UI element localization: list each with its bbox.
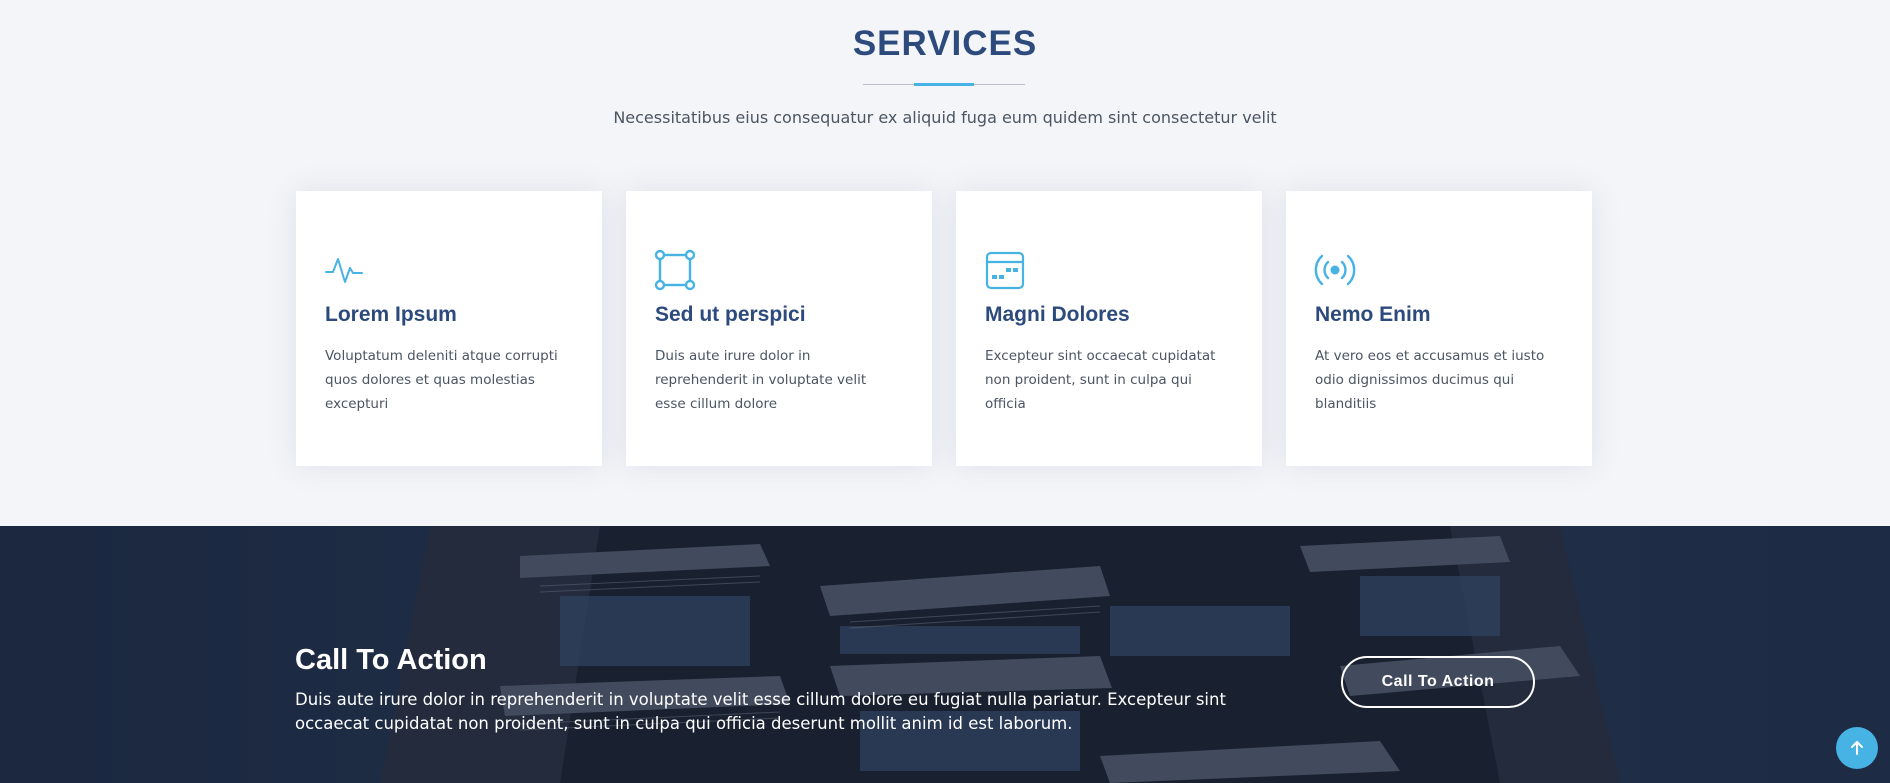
service-card-sed-ut-perspici[interactable]: Sed ut perspici Duis aute irure dolor in… xyxy=(626,191,932,466)
cta-button[interactable]: Call To Action xyxy=(1341,656,1535,708)
service-card-lorem-ipsum[interactable]: Lorem Ipsum Voluptatum deleniti atque co… xyxy=(296,191,602,466)
service-card-nemo-enim[interactable]: Nemo Enim At vero eos et accusamus et iu… xyxy=(1286,191,1592,466)
card-text: Duis aute irure dolor in reprehenderit i… xyxy=(655,348,867,412)
card-text: Voluptatum deleniti atque corrupti quos … xyxy=(325,348,558,412)
card-text: Excepteur sint occaecat cupidatat non pr… xyxy=(985,348,1216,412)
arrow-up-icon xyxy=(1848,739,1866,757)
broadcast-icon xyxy=(1314,249,1356,291)
bounding-box-icon xyxy=(654,249,696,291)
card-text: At vero eos et accusamus et iusto odio d… xyxy=(1315,348,1545,412)
card-title[interactable]: Nemo Enim xyxy=(1315,303,1575,327)
card-title[interactable]: Magni Dolores xyxy=(985,303,1245,327)
cta-section: Call To Action Duis aute irure dolor in … xyxy=(0,526,1890,783)
cta-text: Duis aute irure dolor in reprehenderit i… xyxy=(295,690,1226,733)
services-section: SERVICES Necessitatibus eius consequatur… xyxy=(0,0,1890,526)
card-title[interactable]: Lorem Ipsum xyxy=(325,303,585,327)
section-title: SERVICES xyxy=(852,24,1038,63)
section-subtitle: Necessitatibus eius consequatur ex aliqu… xyxy=(613,108,1277,127)
calendar-icon xyxy=(984,249,1026,291)
cta-overlay xyxy=(0,526,1890,783)
activity-icon xyxy=(324,249,366,291)
title-divider-accent xyxy=(914,83,974,86)
card-title[interactable]: Sed ut perspici xyxy=(655,303,915,327)
back-to-top-button[interactable] xyxy=(1836,727,1878,769)
cta-title: Call To Action xyxy=(295,644,487,676)
service-card-magni-dolores[interactable]: Magni Dolores Excepteur sint occaecat cu… xyxy=(956,191,1262,466)
